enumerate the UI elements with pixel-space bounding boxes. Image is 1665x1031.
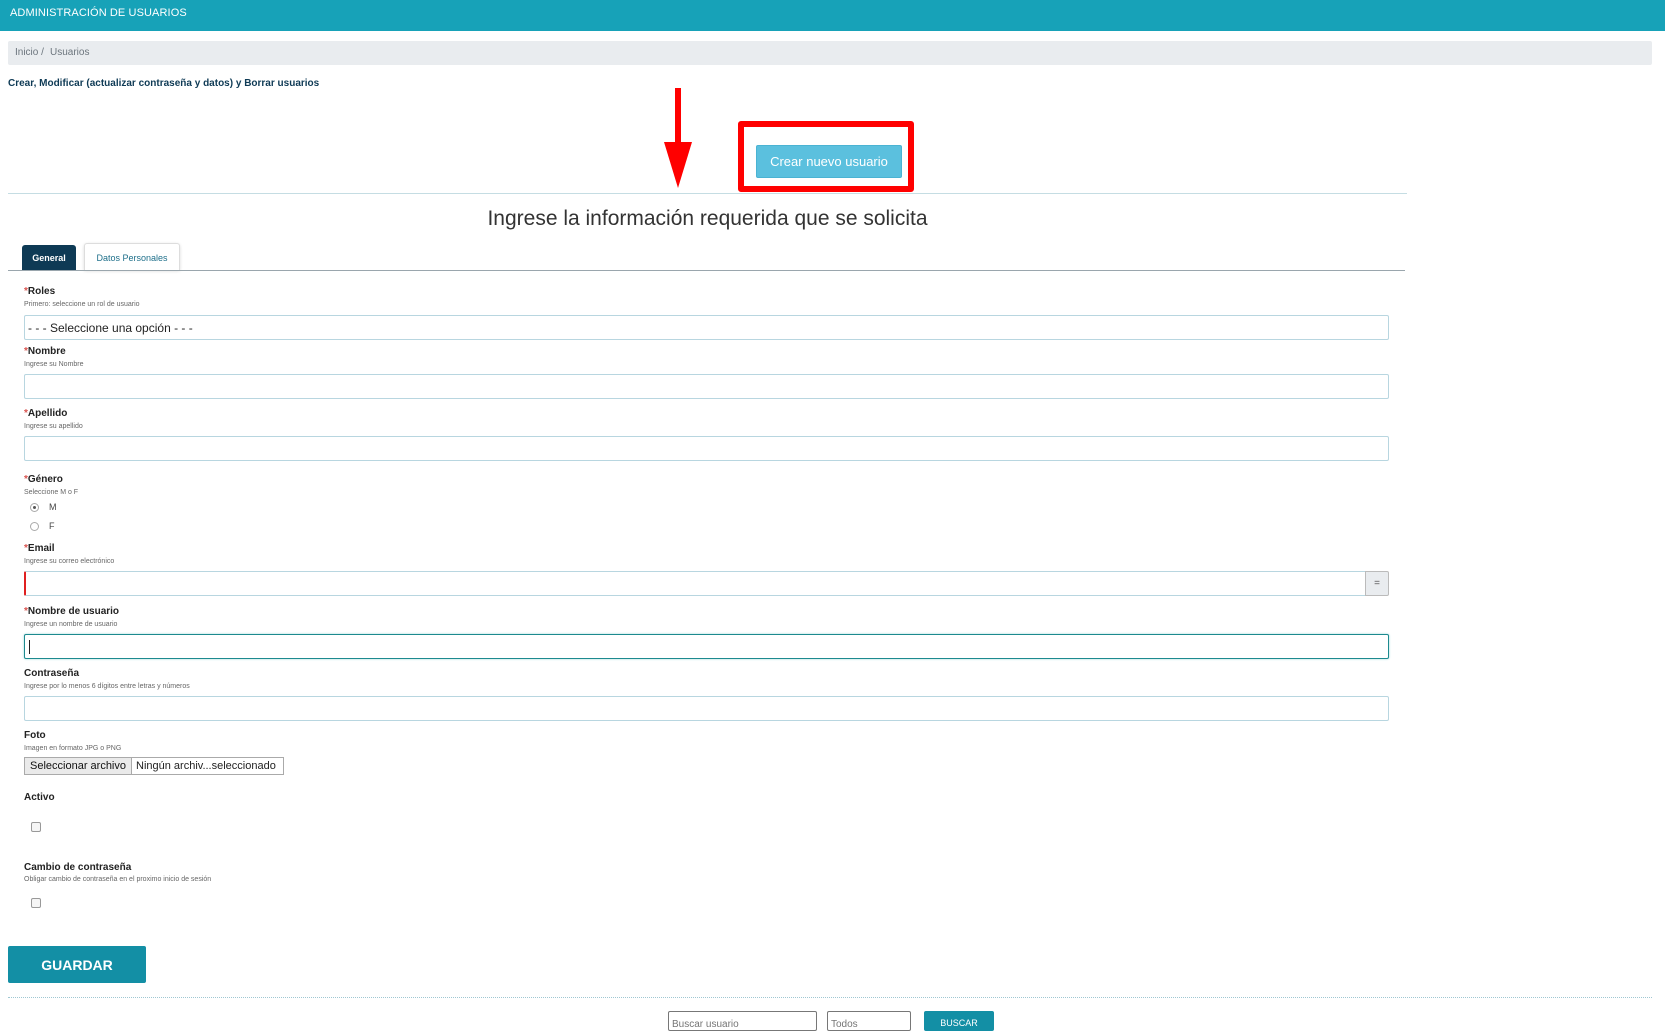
divider-bottom [8,997,1652,998]
activo-label: Activo [24,792,55,803]
app-title: ADMINISTRACIÓN DE USUARIOS [10,7,187,19]
apellido-hint: Ingrese su apellido [24,423,83,430]
activo-checkbox[interactable] [31,822,41,832]
genero-label: *Género [24,474,63,485]
search-button[interactable]: BUSCAR [924,1011,994,1031]
foto-hint: Imagen en formato JPG o PNG [24,745,122,752]
contrasena-label: Contraseña [24,668,80,679]
breadcrumb: Inicio / Usuarios [8,41,1652,65]
breadcrumb-current: Usuarios [50,47,90,58]
contrasena-input[interactable] [24,696,1389,721]
apellido-label: *Apellido [24,408,68,419]
genero-option-m-label: M [49,502,57,512]
email-input[interactable] [24,571,1366,596]
usuario-hint: Ingrese un nombre de usuario [24,621,118,628]
divider [8,193,1407,194]
radio-m[interactable] [30,502,39,512]
roles-selected-value: - - - Seleccione una opción - - - [28,320,193,335]
usuario-input[interactable] [24,634,1389,659]
genero-option-m[interactable]: M [30,502,57,512]
create-user-button[interactable]: Crear nuevo usuario [756,145,902,178]
roles-select[interactable]: - - - Seleccione una opción - - - [24,315,1389,340]
filter-select[interactable] [827,1011,911,1031]
foto-label: Foto [24,730,46,741]
nombre-input[interactable] [24,374,1389,399]
cambio-label: Cambio de contraseña [24,862,132,873]
cambio-hint: Obligar cambio de contraseña en el proxi… [24,876,212,883]
nombre-label: *Nombre [24,346,66,357]
usuario-label: *Nombre de usuario [24,606,120,617]
email-hint: Ingrese su correo electrónico [24,558,115,565]
nombre-hint: Ingrese su Nombre [24,361,84,368]
tab-datos-personales[interactable]: Datos Personales [84,243,180,270]
genero-option-f[interactable]: F [30,521,55,531]
file-status: Ningún archiv...seleccionado [136,760,276,772]
genero-option-f-label: F [49,521,55,531]
roles-hint: Primero: seleccione un rol de usuario [24,301,140,308]
red-arrow-annotation [664,88,692,188]
tab-divider [8,270,1405,271]
radio-f[interactable] [30,521,39,531]
save-button[interactable]: GUARDAR [8,946,146,983]
email-addon-icon[interactable]: = [1365,571,1389,596]
foto-file-input[interactable]: Seleccionar archivo Ningún archiv...sele… [24,757,284,775]
email-label: *Email [24,543,55,554]
apellido-input[interactable] [24,436,1389,461]
select-file-button[interactable]: Seleccionar archivo [25,758,132,774]
text-cursor [29,640,30,654]
breadcrumb-home[interactable]: Inicio / [15,47,44,58]
page-subtitle: Crear, Modificar (actualizar contraseña … [8,78,320,89]
app-header: ADMINISTRACIÓN DE USUARIOS [0,0,1665,31]
tab-general[interactable]: General [22,245,76,270]
search-user-input[interactable] [668,1011,817,1031]
contrasena-hint: Ingrese por lo menos 6 dígitos entre let… [24,683,190,690]
form-title: Ingrese la información requerida que se … [487,207,928,230]
genero-hint: Seleccione M o F [24,489,79,496]
roles-label: *Roles [24,286,56,297]
cambio-checkbox[interactable] [31,898,41,908]
